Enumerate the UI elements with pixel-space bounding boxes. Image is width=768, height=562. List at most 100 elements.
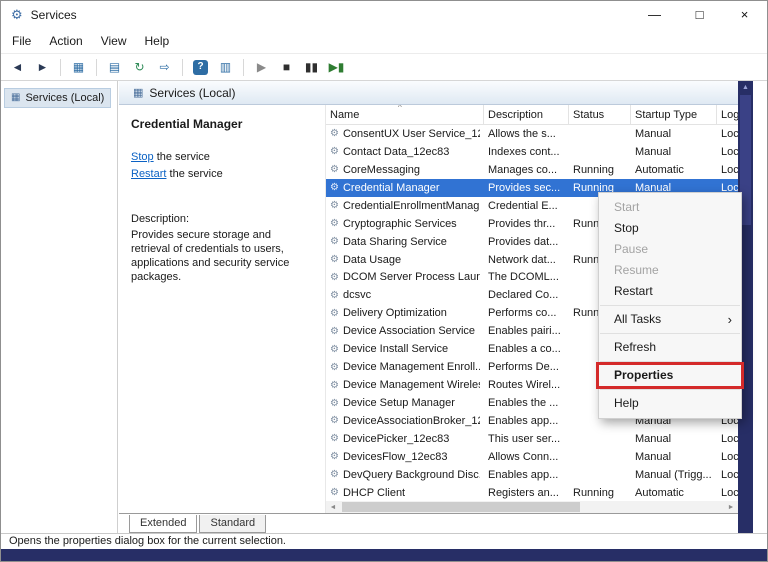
- context-menu-item-resume[interactable]: Resume: [599, 260, 741, 281]
- tree-item-services-local[interactable]: ▦ Services (Local): [4, 88, 111, 108]
- context-menu-item-restart[interactable]: Restart: [599, 281, 741, 302]
- panel-header-label: Services (Local): [149, 86, 235, 100]
- service-description-cell: Performs De...: [484, 361, 569, 373]
- service-description-cell: Manages co...: [484, 164, 569, 176]
- selected-service-title: Credential Manager: [131, 117, 315, 131]
- window-title: Services: [31, 8, 77, 22]
- menu-file[interactable]: File: [3, 31, 40, 51]
- service-description-cell: Enables pairi...: [484, 325, 569, 337]
- context-menu-item-stop[interactable]: Stop: [599, 218, 741, 239]
- service-action-links: Stop the service Restart the service: [131, 149, 315, 183]
- service-row[interactable]: ⚙ DevicesFlow_12ec83 Allows Conn... Manu…: [326, 448, 738, 466]
- tab-standard[interactable]: Standard: [199, 515, 266, 533]
- maximize-button[interactable]: □: [677, 1, 722, 29]
- service-name-cell: ⚙ ConsentUX User Service_12e...: [326, 128, 484, 140]
- column-header-name[interactable]: ^ Name: [326, 105, 484, 124]
- extended-view-button[interactable]: ▥: [214, 56, 237, 79]
- service-gear-icon: ⚙: [330, 200, 339, 211]
- service-row[interactable]: ⚙ Contact Data_12ec83 Indexes cont... Ma…: [326, 143, 738, 161]
- service-startup-cell: Manual: [631, 146, 717, 158]
- title-bar: ⚙ Services — □ ×: [1, 1, 767, 29]
- service-startup-cell: Manual: [631, 433, 717, 445]
- menu-help[interactable]: Help: [136, 31, 179, 51]
- service-name-cell: ⚙ Data Usage: [326, 254, 484, 266]
- scroll-left-icon[interactable]: ◄: [326, 504, 340, 511]
- services-root-icon: ▦: [11, 92, 20, 103]
- back-button[interactable]: ◄: [6, 56, 29, 79]
- service-description-cell: Routes Wirel...: [484, 379, 569, 391]
- service-gear-icon: ⚙: [330, 398, 339, 409]
- menu-bar: FileActionViewHelp: [1, 29, 767, 53]
- export-list-button[interactable]: ⇨: [153, 56, 176, 79]
- pause-service-button[interactable]: ▮▮: [300, 56, 323, 79]
- service-gear-icon: ⚙: [330, 326, 339, 337]
- menu-view[interactable]: View: [92, 31, 136, 51]
- restart-service-button[interactable]: ▶▮: [325, 56, 348, 79]
- forward-button[interactable]: ►: [31, 56, 54, 79]
- scroll-right-icon[interactable]: ►: [724, 504, 738, 511]
- close-button[interactable]: ×: [722, 1, 767, 29]
- services-window: ⚙ Services — □ × FileActionViewHelp ◄►▦▤…: [0, 0, 768, 562]
- context-menu-separator: [600, 361, 740, 362]
- service-row[interactable]: ⚙ CoreMessaging Manages co... Running Au…: [326, 161, 738, 179]
- show-console-tree-button[interactable]: ▦: [67, 56, 90, 79]
- service-description-cell: Performs co...: [484, 307, 569, 319]
- service-name-cell: ⚙ Device Management Enroll...: [326, 361, 484, 373]
- context-menu-item-refresh[interactable]: Refresh: [599, 337, 741, 358]
- toolbar-separator: [243, 59, 244, 76]
- start-service-button[interactable]: ▶: [250, 56, 273, 79]
- restart-service-link[interactable]: Restart: [131, 168, 166, 180]
- service-gear-icon: ⚙: [330, 344, 339, 355]
- service-name-cell: ⚙ Delivery Optimization: [326, 307, 484, 319]
- stop-service-link[interactable]: Stop: [131, 151, 154, 163]
- scroll-up-icon[interactable]: ▲: [738, 81, 753, 95]
- horizontal-scroll-thumb[interactable]: [342, 502, 580, 512]
- sort-indicator-icon: ^: [398, 105, 402, 112]
- toolbar-separator: [60, 59, 61, 76]
- service-name-cell: ⚙ DevQuery Background Disc...: [326, 469, 484, 481]
- service-name-cell: ⚙ Device Setup Manager: [326, 397, 484, 409]
- menu-action[interactable]: Action: [40, 31, 91, 51]
- status-bar: Opens the properties dialog box for the …: [1, 533, 767, 549]
- service-logon-cell: Local: [717, 451, 738, 463]
- horizontal-scrollbar[interactable]: ◄ ►: [326, 501, 738, 513]
- context-menu-item-all-tasks[interactable]: All Tasks ›: [599, 309, 741, 330]
- properties-button[interactable]: ▤: [103, 56, 126, 79]
- refresh-icon: ↻: [134, 61, 144, 73]
- service-name-cell: ⚙ DCOM Server Process Launc...: [326, 271, 484, 283]
- service-description-cell: Enables app...: [484, 415, 569, 427]
- stop-service-button[interactable]: ■: [275, 56, 298, 79]
- context-menu-item-start[interactable]: Start: [599, 197, 741, 218]
- context-menu-item-properties[interactable]: Properties: [599, 365, 741, 386]
- tab-extended[interactable]: Extended: [129, 515, 197, 533]
- column-header-log-on-as[interactable]: Log O: [717, 105, 738, 124]
- service-name-cell: ⚙ CoreMessaging: [326, 164, 484, 176]
- service-row[interactable]: ⚙ DevicePicker_12ec83 This user ser... M…: [326, 430, 738, 448]
- service-gear-icon: ⚙: [330, 236, 339, 247]
- service-name-cell: ⚙ Device Install Service: [326, 343, 484, 355]
- service-gear-icon: ⚙: [330, 272, 339, 283]
- horizontal-scroll-track[interactable]: [340, 501, 724, 513]
- service-name-cell: ⚙ DHCP Client: [326, 487, 484, 499]
- list-header: ^ Name Description Status Startup Type L…: [326, 105, 738, 125]
- context-menu-separator: [600, 305, 740, 306]
- service-row[interactable]: ⚙ DevQuery Background Disc... Enables ap…: [326, 466, 738, 484]
- column-header-status[interactable]: Status: [569, 105, 631, 124]
- refresh-button[interactable]: ↻: [128, 56, 151, 79]
- tree-item-label: Services (Local): [25, 92, 104, 104]
- minimize-button[interactable]: —: [632, 1, 677, 29]
- description-text: Provides secure storage and retrieval of…: [131, 228, 315, 284]
- panel-header: ▦ Services (Local): [119, 81, 738, 105]
- service-row[interactable]: ⚙ ConsentUX User Service_12e... Allows t…: [326, 125, 738, 143]
- context-menu-item-pause[interactable]: Pause: [599, 239, 741, 260]
- column-header-description[interactable]: Description: [484, 105, 569, 124]
- service-row[interactable]: ⚙ DHCP Client Registers an... Running Au…: [326, 484, 738, 502]
- service-description-cell: Allows the s...: [484, 128, 569, 140]
- service-name-cell: ⚙ Device Association Service: [326, 325, 484, 337]
- export-list-icon: ⇨: [159, 61, 169, 73]
- context-menu-item-help[interactable]: Help: [599, 393, 741, 414]
- column-header-startup-type[interactable]: Startup Type: [631, 105, 717, 124]
- service-startup-cell: Automatic: [631, 487, 717, 499]
- service-startup-cell: Manual: [631, 451, 717, 463]
- help-button[interactable]: ?: [189, 56, 212, 79]
